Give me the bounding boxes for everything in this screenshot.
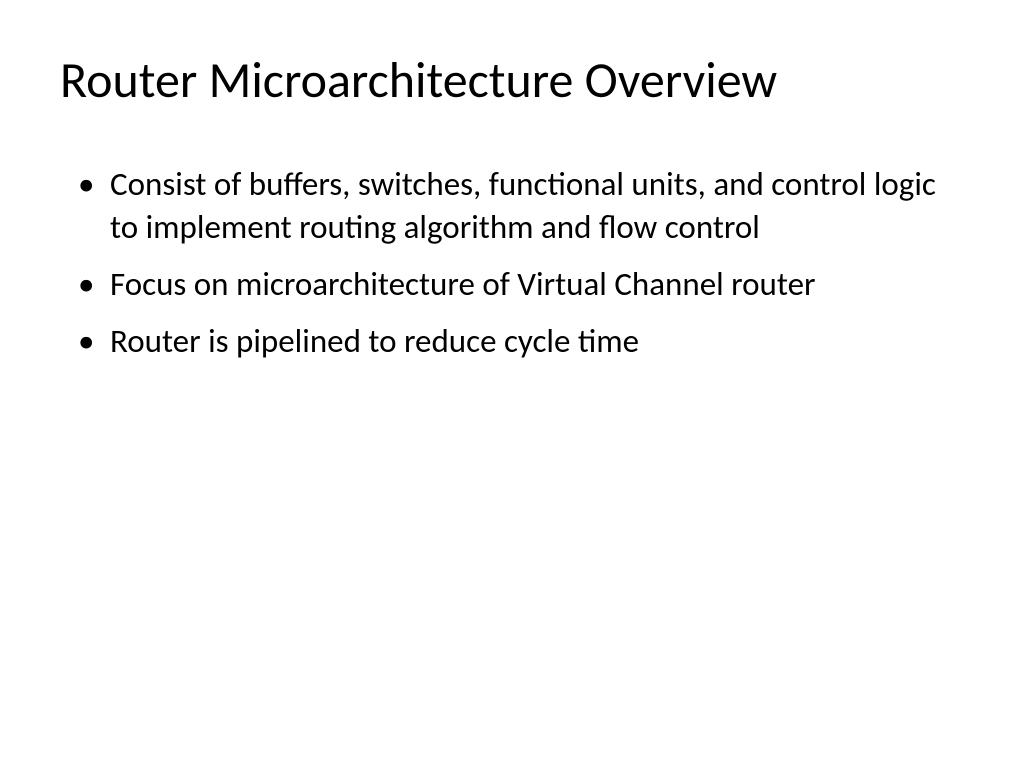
slide-content: Consist of buffers, switches, functional… xyxy=(60,163,964,363)
slide-title: Router Microarchitecture Overview xyxy=(60,50,964,111)
bullet-list: Consist of buffers, switches, functional… xyxy=(78,163,964,363)
slide-container: Router Microarchitecture Overview Consis… xyxy=(0,0,1024,768)
bullet-item: Focus on microarchitecture of Virtual Ch… xyxy=(78,263,964,306)
bullet-item: Consist of buffers, switches, functional… xyxy=(78,163,964,249)
bullet-item: Router is pipelined to reduce cycle time xyxy=(78,320,964,363)
